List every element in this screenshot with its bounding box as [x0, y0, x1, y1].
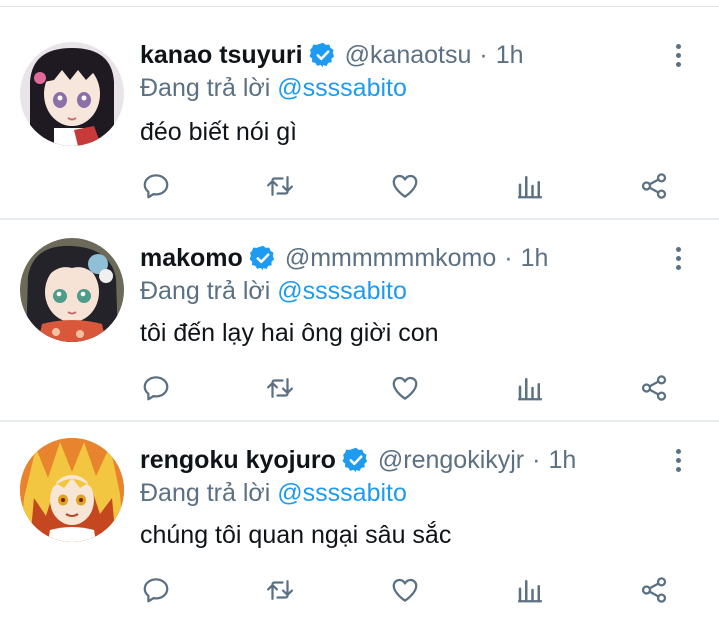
display-name[interactable]: makomo	[140, 244, 243, 273]
separator-dot: ·	[532, 445, 541, 474]
verified-icon	[249, 245, 274, 271]
tweet-card[interactable]: kanao tsuyuri @kanaotsu · 1h Đang trả lờ…	[0, 14, 719, 216]
reply-icon[interactable]	[138, 370, 174, 406]
retweet-icon[interactable]	[262, 370, 298, 406]
tweet-card[interactable]: rengoku kyojuro @rengokikyjr · 1h Đang t…	[0, 422, 719, 624]
share-icon[interactable]	[636, 572, 672, 608]
mention-link[interactable]: @ssssabito	[277, 277, 407, 305]
avatar[interactable]	[20, 438, 124, 542]
retweet-icon[interactable]	[262, 572, 298, 608]
timestamp[interactable]: 1h	[548, 446, 576, 475]
tweet-text: đéo biết nói gì	[140, 118, 298, 146]
tweet-card[interactable]: makomo @mmmmmmkomo · 1h Đang trả lời @ss…	[0, 220, 719, 422]
timestamp[interactable]: 1h	[521, 244, 549, 273]
replying-label: Đang trả lời	[140, 74, 271, 102]
more-icon[interactable]	[666, 443, 690, 477]
handle[interactable]: @kanaotsu	[345, 41, 472, 70]
replying-label: Đang trả lời	[140, 479, 271, 507]
replying-to: Đang trả lời @ssssabito	[140, 479, 407, 508]
like-icon[interactable]	[387, 572, 423, 608]
tweet-header: kanao tsuyuri @kanaotsu · 1h	[140, 38, 524, 72]
mention-link[interactable]: @ssssabito	[277, 74, 407, 102]
tweet-header: rengoku kyojuro @rengokikyjr · 1h	[140, 443, 576, 477]
handle[interactable]: @mmmmmmkomo	[285, 244, 496, 273]
top-divider	[0, 6, 719, 7]
analytics-icon[interactable]	[512, 370, 548, 406]
more-icon[interactable]	[666, 38, 690, 72]
tweet-actions	[0, 370, 719, 410]
reply-icon[interactable]	[138, 168, 174, 204]
like-icon[interactable]	[387, 370, 423, 406]
share-icon[interactable]	[636, 168, 672, 204]
analytics-icon[interactable]	[512, 168, 548, 204]
replying-to: Đang trả lời @ssssabito	[140, 74, 407, 103]
tweet-text: chúng tôi quan ngại sâu sắc	[140, 521, 452, 549]
tweet-actions	[0, 572, 719, 612]
retweet-icon[interactable]	[262, 168, 298, 204]
verified-icon	[342, 447, 367, 473]
reply-icon[interactable]	[138, 572, 174, 608]
display-name[interactable]: kanao tsuyuri	[140, 41, 303, 70]
timestamp[interactable]: 1h	[496, 41, 524, 70]
avatar[interactable]	[20, 238, 124, 342]
replying-to: Đang trả lời @ssssabito	[140, 277, 407, 306]
verified-icon	[309, 42, 334, 68]
replying-label: Đang trả lời	[140, 277, 271, 305]
avatar[interactable]	[20, 42, 124, 146]
separator-dot: ·	[504, 243, 513, 272]
display-name[interactable]: rengoku kyojuro	[140, 446, 336, 475]
tweet-text: tôi đến lạy hai ông giời con	[140, 319, 439, 347]
handle[interactable]: @rengokikyjr	[378, 446, 524, 475]
analytics-icon[interactable]	[512, 572, 548, 608]
share-icon[interactable]	[636, 370, 672, 406]
separator-dot: ·	[479, 40, 488, 69]
more-icon[interactable]	[666, 241, 690, 275]
like-icon[interactable]	[387, 168, 423, 204]
tweet-actions	[0, 168, 719, 208]
tweet-header: makomo @mmmmmmkomo · 1h	[140, 241, 548, 275]
mention-link[interactable]: @ssssabito	[277, 479, 407, 507]
